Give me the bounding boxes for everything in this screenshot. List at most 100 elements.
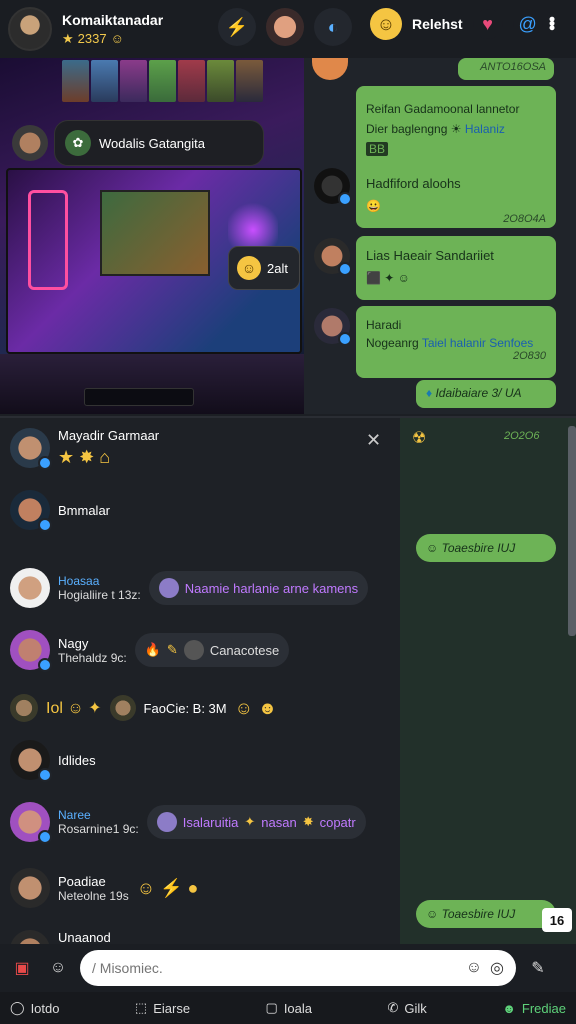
message-bubble[interactable]: Reifan Gadamoonal lannetor Dier baglengn… xyxy=(356,86,556,228)
member-avatar[interactable] xyxy=(10,868,50,908)
reaction-badge[interactable]: ☺ 2alt xyxy=(228,246,300,290)
message-time: 2O8O4A xyxy=(503,213,546,225)
thumbnail[interactable] xyxy=(236,60,263,102)
message-bubble[interactable]: Lias Haeair Sandariiet ⬛ ✦ ☺ xyxy=(356,236,556,300)
more-menu-icon[interactable]: ••• xyxy=(541,16,562,29)
at-icon[interactable]: @ xyxy=(512,9,543,39)
message-composer: ▣ ☺ ☺ ◎ ✎ xyxy=(0,944,576,992)
scrollbar[interactable] xyxy=(568,426,576,636)
chip-label: Canacotese xyxy=(209,642,280,658)
members-list: Mayadir Garmaar ★ ✸ ⌂ ✕ Bmmalar Hoasaa H… xyxy=(0,418,400,946)
member-avatar[interactable] xyxy=(10,740,52,782)
message-bubble[interactable]: ☺ Toaesbire IUJ xyxy=(416,900,556,928)
bottom-nav: ◯ Iotdo ⬚ Eiarse ▢ Ioala ✆ Gilk ☻ Frediae xyxy=(0,992,576,1024)
thumbnail[interactable] xyxy=(178,60,205,102)
nav-item-home[interactable]: ◯ Iotdo xyxy=(10,1000,59,1016)
fire-icon: 🔥 xyxy=(144,642,161,657)
member-name: Unaanod xyxy=(58,930,111,945)
message-line: Nogeanrg Taiel halanir Senfoes xyxy=(366,336,546,350)
smiley-icon[interactable]: ☺ xyxy=(370,8,402,40)
media-tag: ✿ Wodalis Gatangita xyxy=(12,120,264,166)
member-status: Rosarnine1 9c: xyxy=(58,822,139,836)
message-input-box[interactable]: ☺ ◎ xyxy=(80,950,516,986)
emoji-picker-icon[interactable]: ☺ xyxy=(44,954,72,982)
profile-avatar[interactable] xyxy=(8,7,52,51)
pencil-icon: ✎ xyxy=(166,642,178,657)
thumbnail[interactable] xyxy=(62,60,89,102)
heart-icon[interactable]: ♥ xyxy=(472,9,503,39)
sender-avatar[interactable] xyxy=(314,168,352,206)
list-item[interactable]: Hoasaa Hogialiire t 13z: Naamie harlanie… xyxy=(10,568,369,608)
message-bubble[interactable]: ☺ Toaesbire IUJ xyxy=(416,534,556,562)
square-icon: ⬚ xyxy=(134,1000,148,1015)
message-text: Idaibaiare 3/ UA xyxy=(435,386,522,400)
message-title: Haradi xyxy=(366,318,402,332)
unread-count-badge[interactable]: 16 xyxy=(542,908,572,932)
member-avatar[interactable] xyxy=(10,568,50,608)
message-bubble[interactable]: ANTO16OSA xyxy=(458,58,554,80)
circle-icon: ◯ xyxy=(10,1000,25,1015)
verified-badge xyxy=(338,262,352,276)
sender-avatar[interactable] xyxy=(314,308,352,346)
game-icon[interactable]: ◐ xyxy=(314,8,352,46)
member-avatar[interactable] xyxy=(10,490,52,532)
friend-avatar-icon[interactable] xyxy=(266,8,304,46)
list-item[interactable]: Naree Rosarnine1 9c: Isalaruitia ✦ nasan… xyxy=(10,802,366,844)
sender-avatar[interactable] xyxy=(314,238,352,276)
sender-avatar[interactable] xyxy=(312,58,348,80)
member-avatar[interactable] xyxy=(109,695,136,721)
list-item[interactable]: Iol ☺ ✦ FaoCie: B: 3M ☺ ☻ xyxy=(10,694,277,722)
thumbnail[interactable] xyxy=(207,60,234,102)
list-item[interactable]: Bmmalar xyxy=(10,490,110,532)
planet-icon xyxy=(156,812,177,832)
smile-icon: ☺ xyxy=(426,541,439,555)
star-icon: ✸ xyxy=(302,814,314,829)
activity-chip[interactable]: 🔥 ✎ Canacotese xyxy=(134,633,290,667)
close-icon[interactable]: ✕ xyxy=(366,430,381,451)
message-bubble[interactable]: ♦ Idaibaiare 3/ UA xyxy=(416,380,556,408)
gallery-icon[interactable]: ▣ xyxy=(8,954,36,982)
activity-chip[interactable]: Naamie harlanie arne kamens xyxy=(148,571,369,605)
message-bubble[interactable]: Haradi Nogeanrg Taiel halanir Senfoes 2O… xyxy=(356,306,556,378)
nav-item-chat[interactable]: ▢ Ioala xyxy=(266,1000,313,1016)
message-text: Toaesbire IUJ xyxy=(441,907,516,921)
chip-label-end: copatr xyxy=(319,814,356,830)
list-item[interactable]: Nagy Thehaldz 9c: 🔥 ✎ Canacotese xyxy=(10,630,290,672)
tag-pill[interactable]: ✿ Wodalis Gatangita xyxy=(54,120,264,166)
header-username: Komaiktanadar xyxy=(62,11,164,28)
member-name: Poadiae xyxy=(58,873,106,889)
nav-label: Ioala xyxy=(283,1000,313,1016)
nav-item-friends[interactable]: ☻ Frediae xyxy=(502,1001,566,1016)
member-avatar[interactable] xyxy=(10,630,52,672)
media-panel[interactable]: ✿ Wodalis Gatangita ☺ 2alt xyxy=(0,58,304,414)
thumbnail[interactable] xyxy=(120,60,147,102)
send-icon[interactable]: ✎ xyxy=(524,954,552,982)
member-avatar[interactable] xyxy=(10,802,52,844)
list-item[interactable]: Idlides xyxy=(10,740,96,782)
member-name: Hoasaa xyxy=(58,574,100,588)
nav-item-browse[interactable]: ⬚ Eiarse xyxy=(135,1000,190,1016)
message-link[interactable]: Taiel halanir Senfoes xyxy=(422,336,533,350)
award-icons: ★ ✸ ⌂ xyxy=(58,447,111,467)
sticker-icon[interactable]: ☺ xyxy=(466,959,482,977)
thumbnail-strip xyxy=(62,60,263,102)
camera-icon[interactable]: ◎ xyxy=(490,958,504,978)
message-title: Hadfiford aloohs xyxy=(366,176,461,191)
member-avatar[interactable] xyxy=(10,694,38,722)
member-status: Thehaldz 9c: xyxy=(58,650,127,665)
list-item[interactable]: Poadiae Neteolne 19s ☺ ⚡ ● xyxy=(10,868,198,908)
activity-chip[interactable]: Isalaruitia ✦ nasan ✸ copatr xyxy=(146,805,366,839)
nav-item-call[interactable]: ✆ Gilk xyxy=(387,1000,426,1016)
message-input[interactable] xyxy=(92,960,458,976)
thumbnail[interactable] xyxy=(149,60,176,102)
message-link[interactable]: Halaniz xyxy=(465,122,505,136)
message-time: ANTO16OSA xyxy=(480,61,546,73)
tag-avatar[interactable] xyxy=(12,125,48,161)
smile-icon: ☺ xyxy=(426,907,439,921)
lightning-icon[interactable]: ⚡ xyxy=(218,8,256,46)
member-name: Naree xyxy=(58,808,91,822)
thumbnail[interactable] xyxy=(91,60,118,102)
keyboard xyxy=(84,388,194,406)
header-action-label[interactable]: Relehst xyxy=(412,16,463,32)
member-avatar[interactable] xyxy=(10,428,52,470)
